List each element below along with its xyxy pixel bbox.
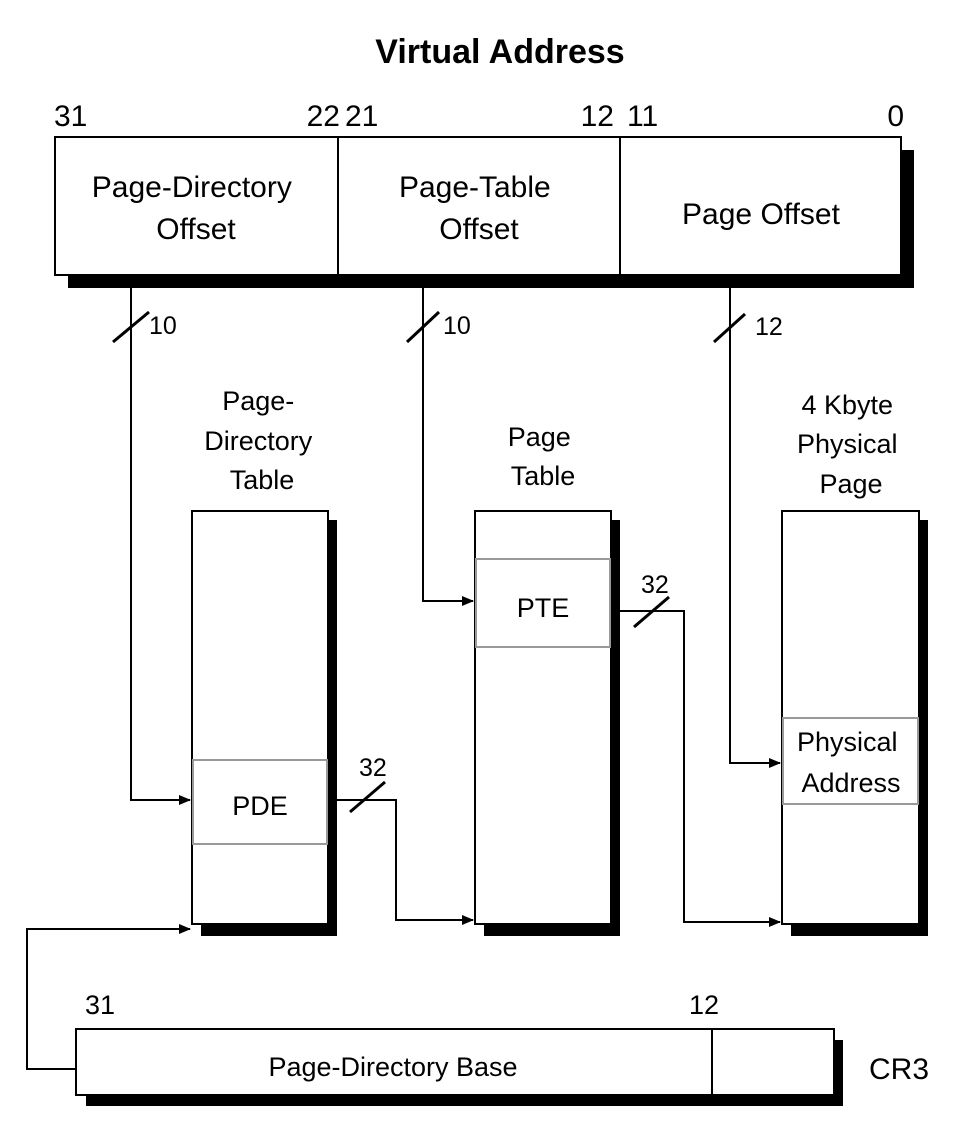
pde-label: PDE (232, 791, 288, 821)
page-table: PTE (474, 510, 620, 936)
physical-page: Physical Address (781, 510, 928, 936)
cr3-register-name: CR3 (869, 1053, 929, 1086)
page-table-label: Page Table (508, 422, 579, 491)
cr3-register: 31 12 Page-Directory Base CR3 (75, 990, 929, 1106)
diagram-title: Virtual Address (375, 33, 624, 71)
pte-label: PTE (517, 593, 570, 623)
offset-arrow (729, 288, 781, 768)
bus-width-offset: 12 (755, 313, 783, 341)
pte-to-physical-page-arrow (611, 610, 781, 927)
virtual-address-bit-labels: 31 22 21 12 11 0 (54, 100, 904, 133)
bus-width-pt-index: 10 (443, 312, 471, 340)
bit-label-22: 22 (307, 100, 340, 133)
cr3-bit-label-12: 12 (689, 990, 719, 1020)
cr3-bit-label-31: 31 (85, 990, 115, 1020)
virtual-address-register: Page-Directory Offset Page-Table Offset … (54, 136, 914, 288)
bit-label-31: 31 (54, 100, 87, 133)
pd-index-arrow (130, 288, 191, 805)
bus-width-pde-out: 32 (359, 754, 387, 782)
page-directory-table: PDE (191, 510, 337, 936)
connectors (26, 288, 781, 1070)
page-directory-box (191, 510, 329, 925)
bit-label-11: 11 (627, 100, 658, 133)
page-offset-field: Page Offset (682, 198, 841, 231)
bus-slash (349, 780, 386, 814)
bit-label-0: 0 (887, 100, 904, 133)
pde-to-page-table-arrow (328, 799, 474, 925)
physical-page-label: 4 Kbyte Physical Page (797, 390, 905, 499)
bit-label-12: 12 (581, 100, 614, 133)
paging-diagram: Virtual Address 31 22 21 12 11 0 Page-Di… (26, 33, 929, 1106)
bus-width-pte-out: 32 (641, 571, 669, 599)
page-directory-base-field: Page-Directory Base (268, 1052, 517, 1082)
bit-label-21: 21 (345, 100, 378, 133)
page-directory-table-label: Page- Directory Table (204, 386, 320, 495)
bus-width-pd-index: 10 (149, 312, 177, 340)
